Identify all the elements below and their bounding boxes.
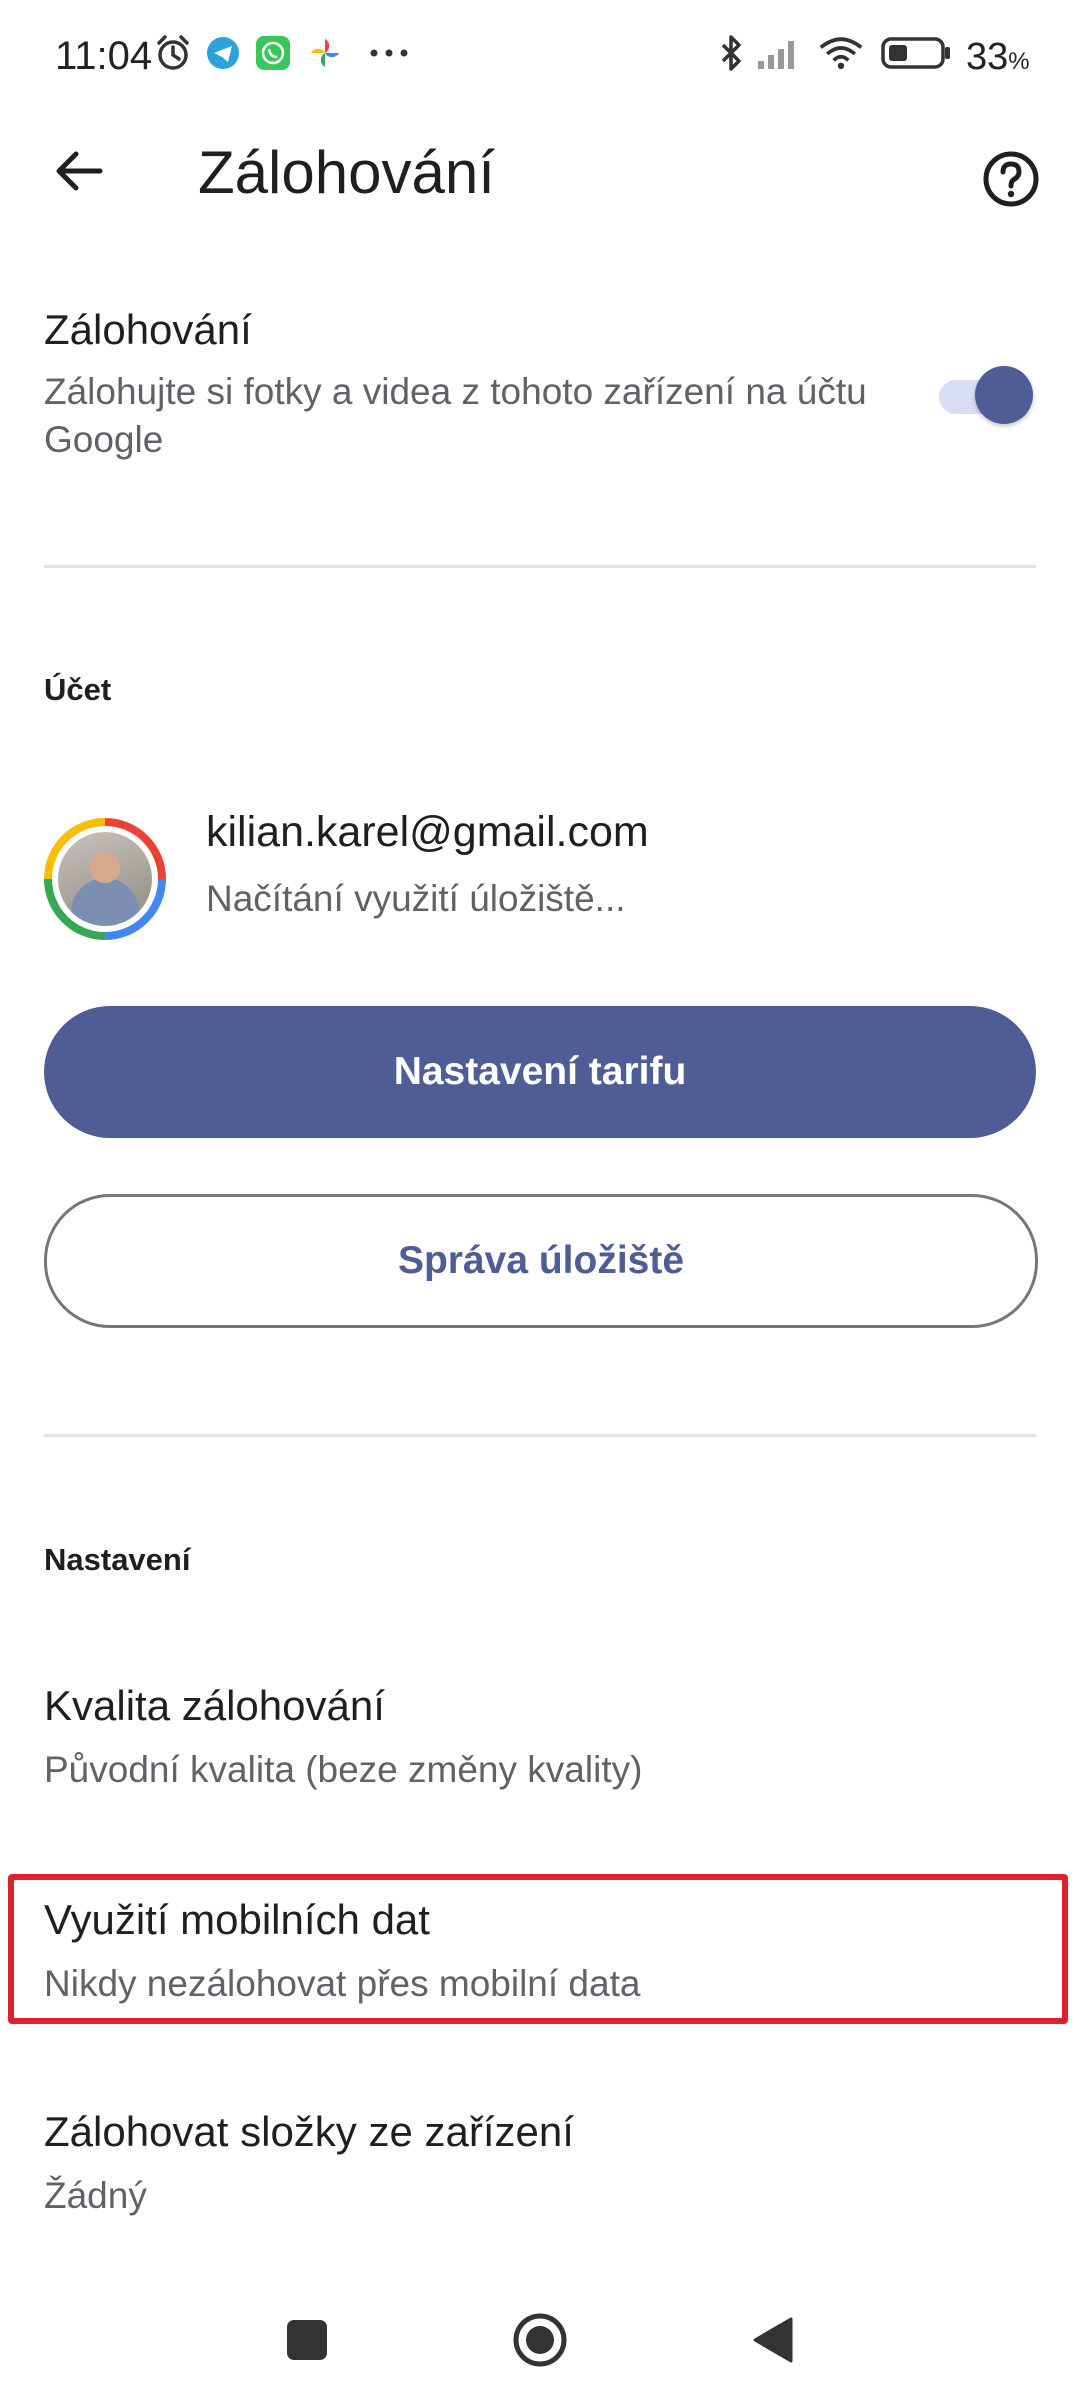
backup-toggle[interactable]: [935, 366, 1035, 424]
account-email: kilian.karel@gmail.com: [206, 808, 649, 856]
backup-title: Zálohování: [44, 306, 252, 353]
setting-title: Zálohovat složky ze zařízení: [44, 2108, 574, 2155]
divider: [44, 565, 1036, 568]
home-button[interactable]: [490, 2290, 590, 2390]
signal-icon: [756, 30, 802, 76]
plan-settings-button[interactable]: Nastavení tarifu: [44, 1006, 1036, 1138]
status-bar: 11:04 33%: [0, 0, 1080, 110]
setting-title: Kvalita zálohování: [44, 1682, 385, 1729]
back-nav-button[interactable]: [723, 2290, 823, 2390]
recents-button[interactable]: [257, 2290, 357, 2390]
backup-toggle-row[interactable]: Zálohování Zálohujte si fotky a videa z …: [44, 306, 904, 464]
setting-subtitle: Nikdy nezálohovat přes mobilní data: [44, 1963, 641, 2004]
back-triangle-icon: [753, 2317, 793, 2363]
arrow-back-icon: [56, 151, 103, 191]
setting-subtitle: Původní kvalita (beze změny kvality): [44, 1749, 643, 1790]
status-time: 11:04: [55, 34, 153, 78]
wifi-icon: [818, 30, 864, 76]
telegram-icon: [200, 30, 246, 76]
back-button[interactable]: [38, 130, 120, 212]
divider: [44, 1434, 1036, 1437]
battery-percentage: 33%: [966, 36, 1030, 78]
storage-status: Načítání využití úložiště...: [206, 878, 626, 919]
avatar-photo: [58, 832, 152, 926]
page-title: Zálohování: [198, 139, 495, 206]
recents-square-icon: [287, 2320, 327, 2360]
manage-storage-button[interactable]: Správa úložiště: [44, 1194, 1038, 1328]
whatsapp-icon: [250, 30, 296, 76]
alarm-icon: [150, 30, 196, 76]
setting-backup-quality[interactable]: Kvalita zálohování Původní kvalita (beze…: [44, 1682, 1034, 1794]
battery-icon: [878, 30, 956, 76]
avatar[interactable]: [44, 818, 166, 940]
account-section-label: Účet: [44, 672, 112, 707]
setting-subtitle: Žádný: [44, 2175, 147, 2216]
home-circle-icon: [513, 2313, 567, 2367]
bluetooth-icon: [708, 30, 754, 76]
more-dots-icon: [366, 30, 412, 76]
help-circle-icon: [983, 151, 1039, 207]
toggle-thumb: [975, 366, 1033, 424]
setting-mobile-data[interactable]: Využití mobilních dat Nikdy nezálohovat …: [44, 1896, 1034, 2008]
setting-title: Využití mobilních dat: [44, 1896, 430, 1943]
help-button[interactable]: [970, 138, 1052, 220]
google-photos-icon: [302, 30, 348, 76]
backup-subtitle: Zálohujte si fotky a videa z tohoto zaří…: [44, 371, 867, 460]
setting-device-folders[interactable]: Zálohovat složky ze zařízení Žádný: [44, 2108, 1034, 2220]
settings-section-label: Nastavení: [44, 1542, 191, 1577]
